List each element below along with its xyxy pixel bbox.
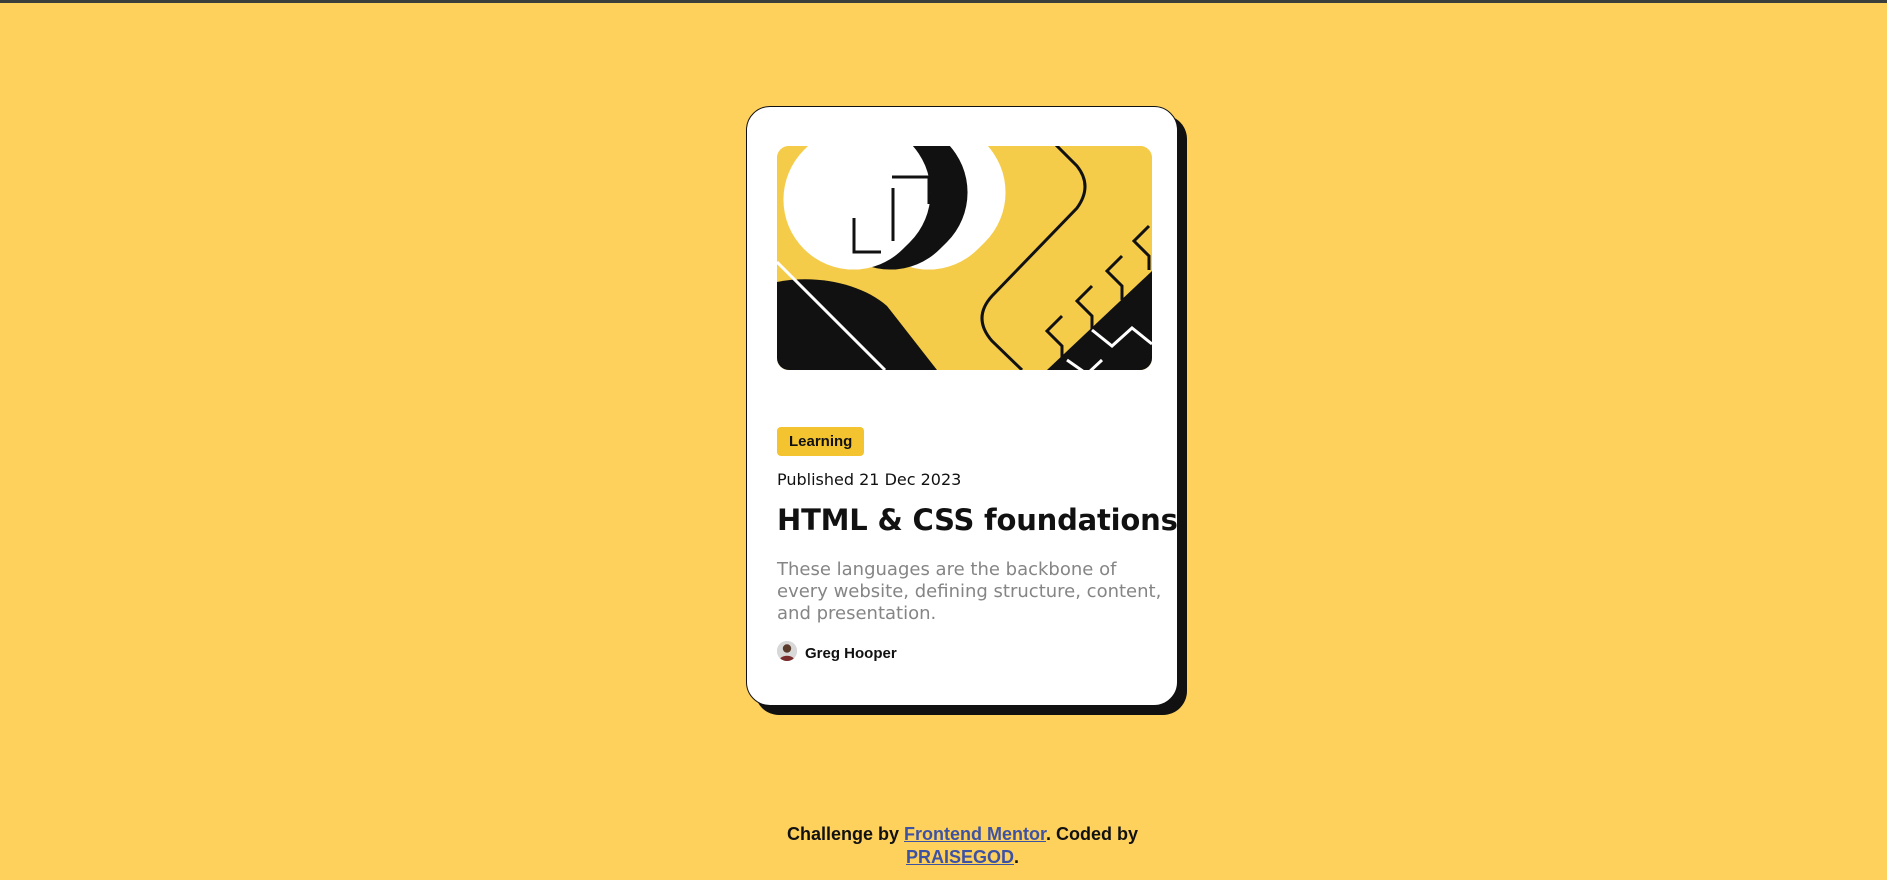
card-title[interactable]: HTML & CSS foundations — [777, 503, 1178, 537]
blog-preview-card: Learning Published 21 Dec 2023 HTML & CS… — [746, 106, 1178, 706]
card-description: These languages are the backbone of ever… — [777, 559, 1162, 624]
avatar-icon — [777, 640, 797, 661]
abstract-illustration-icon — [777, 146, 1152, 370]
attribution: Challenge by Frontend Mentor. Coded by P… — [740, 823, 1185, 869]
author-name: Greg Hooper — [805, 645, 897, 662]
top-rule — [0, 0, 1887, 3]
published-date: Published 21 Dec 2023 — [777, 470, 962, 489]
category-tag: Learning — [777, 427, 865, 456]
frontend-mentor-link[interactable]: Frontend Mentor — [904, 824, 1046, 844]
attribution-middle: . Coded by — [1046, 824, 1139, 844]
attribution-prefix: Challenge by — [786, 824, 904, 844]
author: Greg Hooper — [777, 640, 897, 662]
attribution-suffix: . — [1014, 847, 1020, 867]
illustration-image — [777, 146, 1152, 370]
author-link[interactable]: PRAISEGOD — [906, 847, 1014, 867]
